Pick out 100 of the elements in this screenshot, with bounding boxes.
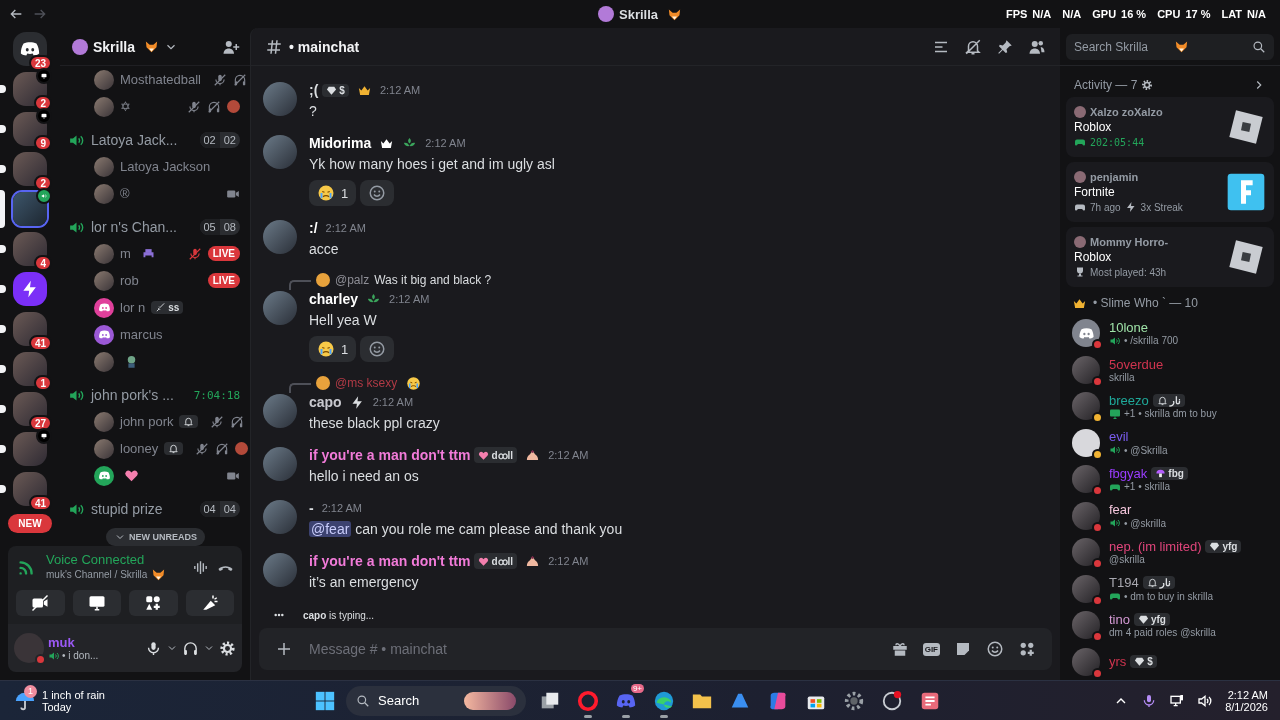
bell-icon <box>1156 394 1168 406</box>
mention-link[interactable]: @fear <box>309 521 352 537</box>
activity-detail: 7h ago <box>1090 201 1121 213</box>
voice-channel-name[interactable]: stupid prize <box>91 501 163 517</box>
author-name[interactable]: Midorima <box>309 135 372 151</box>
member-row[interactable]: fear • @skrilla <box>1072 497 1280 534</box>
emoji-icon[interactable] <box>986 640 1004 658</box>
member-row[interactable]: nep. (im limited) yfg @skrilla <box>1072 534 1280 571</box>
voice-channel-link[interactable]: muk's Channel / Skrilla <box>46 569 148 580</box>
server-icon[interactable] <box>13 392 47 426</box>
member-row[interactable]: yrs $ <box>1072 643 1280 680</box>
windows-start-icon[interactable] <box>314 689 336 712</box>
screen-share-button[interactable] <box>72 590 121 616</box>
message-input[interactable]: Message # • mainchat <box>307 640 877 658</box>
record-icon[interactable] <box>881 689 903 712</box>
gif-button[interactable]: GIF <box>922 642 940 656</box>
activities-button[interactable] <box>129 590 178 616</box>
taskbar-search[interactable]: Search <box>346 685 526 716</box>
voice-member-row[interactable]: m LIVE <box>68 240 250 267</box>
member-row[interactable]: evil • @Skrilla <box>1072 424 1280 461</box>
new-button[interactable]: NEW <box>8 514 52 533</box>
gift-icon[interactable] <box>890 640 909 658</box>
user-avatar[interactable] <box>263 500 297 534</box>
voice-member-row[interactable]: rob LIVE <box>68 267 250 294</box>
network-icon[interactable] <box>1169 692 1186 709</box>
activity-card[interactable]: penjamin Fortnite 7h ago 3x Streak <box>1066 162 1274 223</box>
author-name[interactable]: if you're a man don't ttm <box>309 553 471 569</box>
user-avatar[interactable] <box>263 82 297 116</box>
server-icon[interactable] <box>13 152 47 186</box>
pin-icon[interactable] <box>996 37 1014 56</box>
emoji-icon <box>525 447 541 463</box>
message-composer[interactable]: Message # • mainchat GIF <box>259 628 1052 670</box>
user-avatar[interactable] <box>263 220 297 254</box>
new-unreads-toast[interactable]: NEW UNREADS <box>106 528 205 546</box>
user-avatar[interactable] <box>263 291 297 325</box>
server-icon[interactable] <box>13 312 47 346</box>
reaction-button[interactable]: 1 <box>309 180 357 206</box>
add-reaction-button[interactable] <box>360 336 395 362</box>
voice-member-row[interactable]: john pork <box>68 408 250 435</box>
author-name[interactable]: if you're a man don't ttm <box>309 447 471 463</box>
apps-icon[interactable] <box>1018 640 1036 658</box>
server-icon[interactable] <box>13 232 47 266</box>
settings-icon[interactable] <box>843 689 865 712</box>
member-row[interactable]: 10lone • /skrilla 700 <box>1072 315 1280 352</box>
clock-time[interactable]: 2:12 AM <box>1225 688 1268 701</box>
user-avatar[interactable] <box>263 447 297 481</box>
activity-card[interactable]: Xalzo zoXalzo Roblox 202:05:44 <box>1066 97 1274 158</box>
voice-member-row[interactable]: Latoya Jackson <box>68 153 250 180</box>
author-name[interactable]: capo <box>309 394 342 410</box>
member-row[interactable]: 5overdue skrilla <box>1072 351 1280 388</box>
member-row[interactable]: fbgyak fbg +1 • skrilla <box>1072 461 1280 498</box>
ring-icon[interactable] <box>577 689 599 712</box>
server-icon[interactable] <box>13 472 47 506</box>
member-row[interactable]: tino yfg dm 4 paid roles @skrilla <box>1072 607 1280 644</box>
author-name[interactable]: - <box>309 500 314 516</box>
mute-icon[interactable] <box>964 37 982 56</box>
plus-icon[interactable] <box>275 640 293 658</box>
microphone-icon[interactable] <box>145 639 162 657</box>
search-input[interactable]: Search Skrilla <box>1074 39 1170 54</box>
mushroom-icon <box>1155 467 1167 479</box>
voice-member-row[interactable]: Mosthatedball <box>68 66 250 93</box>
voice-member-row[interactable]: ✡ <box>68 93 250 120</box>
author-name[interactable]: charley <box>309 291 359 307</box>
user-avatar[interactable] <box>263 553 297 587</box>
voice-member-row[interactable]: marcus <box>68 321 250 348</box>
server-icon[interactable] <box>13 192 47 226</box>
camera-off-button[interactable] <box>16 590 65 616</box>
author-name[interactable]: ;( <box>309 82 319 98</box>
custom-status: • i don... <box>62 650 99 661</box>
reaction-button[interactable]: 1 <box>309 336 357 362</box>
user-avatar[interactable] <box>263 135 297 169</box>
server-name[interactable]: Skrilla <box>93 38 136 55</box>
screen-share-icon <box>36 428 52 444</box>
voice-member-row[interactable]: lor n ss <box>68 294 250 321</box>
clock-date[interactable]: 8/1/2026 <box>1225 700 1268 713</box>
voice-channel-name[interactable]: lor n's Chan... <box>91 219 177 235</box>
voice-channel-name[interactable]: Latoya Jack... <box>91 132 178 148</box>
volume-icon[interactable] <box>1197 692 1214 709</box>
user-limit-text: 02 <box>222 133 237 148</box>
user-avatar[interactable] <box>263 394 297 428</box>
soundboard-button[interactable] <box>185 590 234 616</box>
reply-author[interactable]: @palz <box>335 273 370 287</box>
activity-card[interactable]: Mommy Horro- Roblox Most played: 43h <box>1066 227 1274 288</box>
voice-member-row[interactable]: looney <box>68 435 250 462</box>
activity-title[interactable]: Activity — 7 <box>1074 77 1138 92</box>
home-button[interactable] <box>13 32 47 66</box>
screen-share-icon <box>36 108 52 124</box>
voice-member-row[interactable]: ® <box>68 180 250 207</box>
author-name[interactable]: :/ <box>309 220 318 236</box>
voice-channel-name[interactable]: john pork's ... <box>91 387 174 403</box>
bell-icon <box>1146 577 1158 589</box>
settings-icon[interactable] <box>219 639 236 657</box>
browser-icon[interactable] <box>653 689 675 712</box>
headphones-icon[interactable] <box>182 639 199 657</box>
server-icon[interactable] <box>13 272 47 306</box>
sticker-icon[interactable] <box>954 640 972 658</box>
reply-preview[interactable]: Was it big and black ? <box>374 273 492 287</box>
add-reaction-button[interactable] <box>360 180 395 206</box>
member-name: 10lone <box>1109 319 1149 335</box>
noise-suppression-icon[interactable] <box>192 558 209 576</box>
